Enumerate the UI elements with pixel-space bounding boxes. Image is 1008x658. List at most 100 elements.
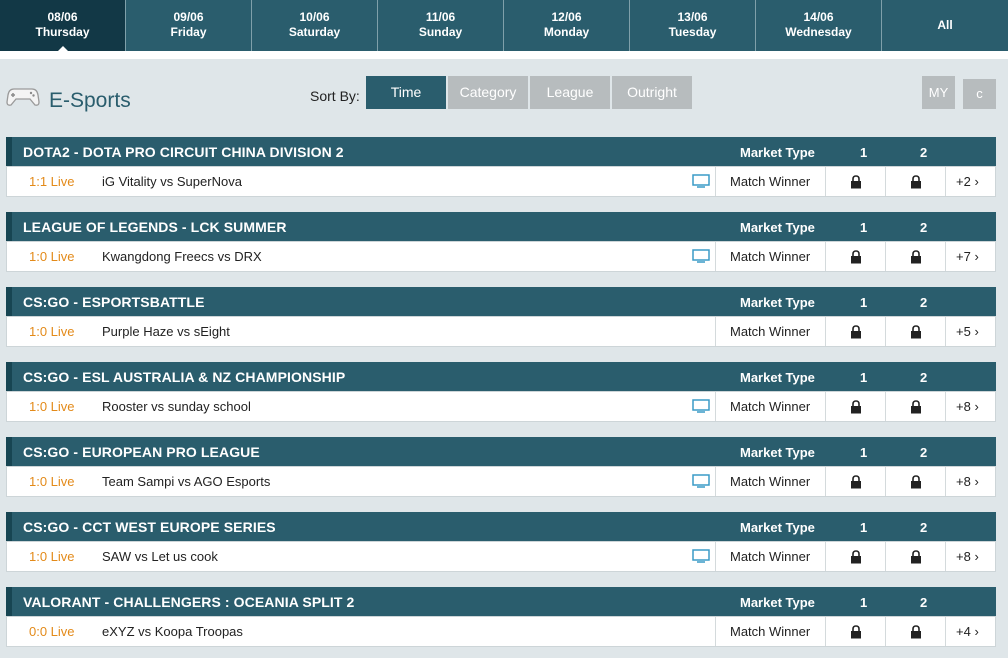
more-markets-button[interactable]: +4 › <box>945 617 995 646</box>
odds-2-locked[interactable] <box>885 617 946 646</box>
league-header: VALORANT - CHALLENGERS : OCEANIA SPLIT 2… <box>6 587 996 616</box>
match-row[interactable]: 1:0 Live Purple Haze vs sEight Match Win… <box>6 316 996 347</box>
league-header: CS:GO - ESL AUSTRALIA & NZ CHAMPIONSHIP … <box>6 362 996 391</box>
match-row[interactable]: 1:0 Live SAW vs Let us cook Match Winner… <box>6 541 996 572</box>
match-row[interactable]: 1:1 Live iG Vitality vs SuperNova Match … <box>6 166 996 197</box>
match-name[interactable]: Team Sampi vs AGO Esports <box>102 467 270 496</box>
league-header: LEAGUE OF LEGENDS - LCK SUMMER Market Ty… <box>6 212 996 241</box>
odds-1-locked[interactable] <box>825 542 886 571</box>
live-score: 1:0 Live <box>29 474 75 489</box>
odds-2-locked[interactable] <box>885 392 946 421</box>
match-row[interactable]: 0:0 Live eXYZ vs Koopa Troopas Match Win… <box>6 616 996 647</box>
live-score: 1:0 Live <box>29 249 75 264</box>
match-name[interactable]: eXYZ vs Koopa Troopas <box>102 617 243 646</box>
column-2-header: 2 <box>920 220 928 235</box>
header-divider <box>0 51 1008 59</box>
match-row[interactable]: 1:0 Live Rooster vs sunday school Match … <box>6 391 996 422</box>
more-markets-button[interactable]: +8 › <box>945 392 995 421</box>
live-score: 1:0 Live <box>29 324 75 339</box>
date-tab-date: 13/06 <box>677 10 708 24</box>
live-score: 1:0 Live <box>29 399 75 414</box>
date-tab-0806[interactable]: 08/06 Thursday <box>0 0 126 51</box>
tv-stream-icon[interactable] <box>692 399 710 413</box>
match-name[interactable]: Purple Haze vs sEight <box>102 317 230 346</box>
column-2-header: 2 <box>920 370 928 385</box>
date-tab-date: 14/06 <box>803 10 834 24</box>
date-tab-date: 09/06 <box>173 10 204 24</box>
lock-icon <box>851 249 861 264</box>
date-tab-date: 11/06 <box>425 10 456 24</box>
odds-2-locked[interactable] <box>885 467 946 496</box>
refresh-button[interactable]: c <box>963 79 996 109</box>
live-score: 1:0 Live <box>29 549 75 564</box>
market-type-header: Market Type <box>740 295 815 310</box>
page-title: E-Sports <box>49 89 131 112</box>
tv-stream-icon[interactable] <box>692 549 710 563</box>
lock-icon <box>851 399 861 414</box>
odds-1-locked[interactable] <box>825 467 886 496</box>
sort-time-button[interactable]: Time <box>366 76 446 109</box>
match-row[interactable]: 1:0 Live Kwangdong Freecs vs DRX Match W… <box>6 241 996 272</box>
match-name[interactable]: Rooster vs sunday school <box>102 392 251 421</box>
date-tab-1306[interactable]: 13/06 Tuesday <box>630 0 756 51</box>
odds-2-locked[interactable] <box>885 167 946 196</box>
lock-icon <box>911 249 921 264</box>
date-tab-1206[interactable]: 12/06 Monday <box>504 0 630 51</box>
more-markets-count: +2 <box>956 174 971 189</box>
column-1-header: 1 <box>860 295 868 310</box>
date-tab-bar: 08/06 Thursday 09/06 Friday 10/06 Saturd… <box>0 0 1008 51</box>
sort-category-button[interactable]: Category <box>448 76 528 109</box>
more-markets-button[interactable]: +7 › <box>945 242 995 271</box>
column-2-header: 2 <box>920 445 928 460</box>
tv-stream-icon[interactable] <box>692 249 710 263</box>
league-header: CS:GO - CCT WEST EUROPE SERIES Market Ty… <box>6 512 996 541</box>
odds-2-locked[interactable] <box>885 242 946 271</box>
sort-league-button[interactable]: League <box>530 76 610 109</box>
more-markets-count: +8 <box>956 474 971 489</box>
column-1-header: 1 <box>860 370 868 385</box>
odds-1-locked[interactable] <box>825 617 886 646</box>
date-tab-all[interactable]: All <box>882 0 1008 51</box>
odds-1-locked[interactable] <box>825 392 886 421</box>
date-tab-day: Wednesday <box>785 25 852 39</box>
date-tab-0906[interactable]: 09/06 Friday <box>126 0 252 51</box>
league-name: DOTA2 - DOTA PRO CIRCUIT CHINA DIVISION … <box>23 144 344 160</box>
live-score: 1:1 Live <box>29 174 75 189</box>
tv-stream-icon[interactable] <box>692 474 710 488</box>
more-markets-button[interactable]: +8 › <box>945 542 995 571</box>
match-name[interactable]: SAW vs Let us cook <box>102 542 218 571</box>
league-name: CS:GO - ESL AUSTRALIA & NZ CHAMPIONSHIP <box>23 369 346 385</box>
my-button[interactable]: MY <box>922 76 955 109</box>
odds-2-locked[interactable] <box>885 542 946 571</box>
league-block: CS:GO - EUROPEAN PRO LEAGUE Market Type … <box>6 437 996 499</box>
lock-icon <box>911 399 921 414</box>
more-markets-button[interactable]: +8 › <box>945 467 995 496</box>
match-name[interactable]: Kwangdong Freecs vs DRX <box>102 242 262 271</box>
more-markets-count: +8 <box>956 549 971 564</box>
date-tab-day: Friday <box>170 25 207 39</box>
column-1-header: 1 <box>860 520 868 535</box>
match-row[interactable]: 1:0 Live Team Sampi vs AGO Esports Match… <box>6 466 996 497</box>
odds-1-locked[interactable] <box>825 242 886 271</box>
league-block: DOTA2 - DOTA PRO CIRCUIT CHINA DIVISION … <box>6 137 996 199</box>
league-header: CS:GO - EUROPEAN PRO LEAGUE Market Type … <box>6 437 996 466</box>
date-tab-1106[interactable]: 11/06 Sunday <box>378 0 504 51</box>
match-name[interactable]: iG Vitality vs SuperNova <box>102 167 242 196</box>
market-type-header: Market Type <box>740 595 815 610</box>
tv-stream-icon[interactable] <box>692 174 710 188</box>
market-type-header: Market Type <box>740 370 815 385</box>
chevron-right-icon: › <box>974 324 979 339</box>
date-tab-1006[interactable]: 10/06 Saturday <box>252 0 378 51</box>
more-markets-button[interactable]: +5 › <box>945 317 995 346</box>
league-header: CS:GO - ESPORTSBATTLE Market Type 1 2 <box>6 287 996 316</box>
sort-outright-button[interactable]: Outright <box>612 76 692 109</box>
league-header: DOTA2 - DOTA PRO CIRCUIT CHINA DIVISION … <box>6 137 996 166</box>
odds-1-locked[interactable] <box>825 317 886 346</box>
odds-1-locked[interactable] <box>825 167 886 196</box>
column-2-header: 2 <box>920 595 928 610</box>
more-markets-count: +8 <box>956 399 971 414</box>
more-markets-button[interactable]: +2 › <box>945 167 995 196</box>
odds-2-locked[interactable] <box>885 317 946 346</box>
date-tab-1406[interactable]: 14/06 Wednesday <box>756 0 882 51</box>
sort-by-label: Sort By: <box>310 88 360 104</box>
